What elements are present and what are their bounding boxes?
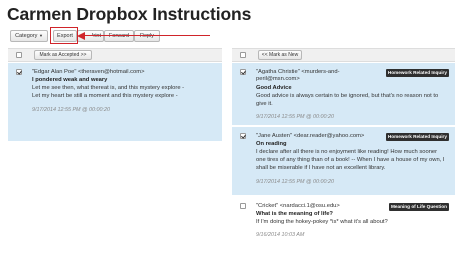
message-row[interactable]: "Edgar Alan Poe" <theraven@hotmail.com> … [8, 63, 222, 141]
new-messages-header: Mark as Accepted >> [8, 48, 222, 62]
mark-accepted-button[interactable]: Mark as Accepted >> [34, 50, 92, 60]
message-checkbox[interactable] [16, 69, 22, 75]
new-messages-panel: Mark as Accepted >> "Edgar Alan Poe" <th… [8, 48, 222, 148]
category-badge: Homework Related Inquiry [385, 133, 449, 141]
reply-button[interactable]: Reply [134, 30, 160, 42]
message-sender: "Jane Austen" <dear.reader@yahoo.com> [256, 133, 365, 139]
mark-new-button[interactable]: << Mark as New [258, 50, 302, 60]
message-checkbox[interactable] [240, 69, 246, 75]
message-checkbox[interactable] [240, 133, 246, 139]
export-highlight-box [50, 27, 78, 44]
message-body-line: If I'm doing the hokey-pokey *is* what i… [256, 219, 388, 225]
message-body-line: Let me see then, what thereat is, and th… [32, 85, 185, 91]
annotation-arrow-line [80, 34, 210, 36]
category-badge: Meaning of Life Question [389, 203, 449, 211]
caret-down-icon: ▼ [38, 33, 43, 38]
accepted-messages-header: << Mark as New [232, 48, 455, 62]
message-body-line: shall be miserable if I have not an exce… [256, 165, 386, 171]
message-timestamp: 9/17/2014 12:55 PM @ 00:00:20 [32, 107, 111, 113]
message-subject: Good Advice [256, 85, 292, 91]
message-subject: On reading [256, 141, 287, 147]
message-body-line: Let my heart be still a moment and this … [32, 93, 178, 99]
forward-button[interactable]: Forward [104, 30, 134, 42]
sender-line: "Agatha Christie" <murders-and- [256, 69, 340, 75]
accepted-messages-panel: << Mark as New "Agatha Christie" <murder… [232, 48, 455, 248]
sender-line: peril@msn.com> [256, 76, 300, 82]
message-row[interactable]: "Agatha Christie" <murders-and- peril@ms… [232, 63, 455, 125]
print-button-label: Print [92, 33, 101, 39]
message-body-line: I declare after all there is no enjoymen… [256, 149, 438, 155]
message-body-line: Good advice is always certain to be igno… [256, 93, 439, 99]
message-timestamp: 9/17/2014 12:55 PM @ 00:00:20 [256, 114, 335, 120]
message-subject: What is the meaning of life? [256, 211, 333, 217]
message-sender: "Agatha Christie" <murders-and- peril@ms… [256, 69, 340, 83]
select-all-checkbox[interactable] [240, 52, 246, 58]
message-row[interactable]: "Cricket" <nardacci.1@osu.edu> Meaning o… [232, 197, 455, 241]
annotation-arrow-head [77, 31, 85, 40]
category-dropdown[interactable]: Category ▼ [10, 30, 48, 42]
page-title: Carmen Dropbox Instructions [7, 4, 252, 24]
message-body-line: give it. [256, 101, 273, 107]
select-all-checkbox[interactable] [16, 52, 22, 58]
message-sender: "Cricket" <nardacci.1@osu.edu> [256, 203, 340, 209]
message-body-line: one tires of any thing than of a book! -… [256, 157, 445, 163]
category-badge: Homework Related Inquiry [385, 69, 449, 77]
category-label: Category [15, 33, 38, 39]
message-row[interactable]: "Jane Austen" <dear.reader@yahoo.com> Ho… [232, 127, 455, 195]
message-sender: "Edgar Alan Poe" <theraven@hotmail.com> [32, 69, 145, 75]
message-subject: I pondered weak and weary [32, 77, 108, 83]
message-checkbox[interactable] [240, 203, 246, 209]
message-timestamp: 9/16/2014 10:03 AM [256, 232, 305, 238]
message-timestamp: 9/17/2014 12:55 PM @ 00:00:20 [256, 179, 335, 185]
